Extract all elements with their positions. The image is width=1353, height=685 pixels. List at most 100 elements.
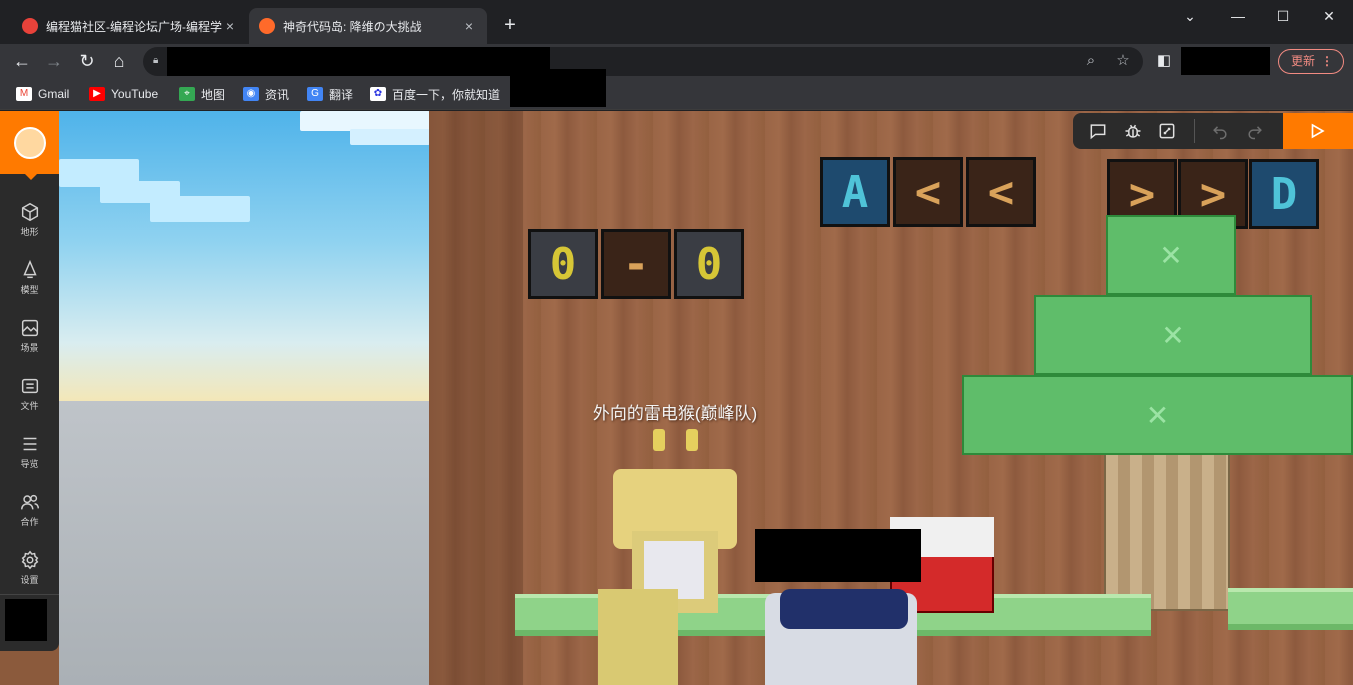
sign-glyph: < [987,166,1015,218]
sign-glyph: A [841,166,869,218]
debug-bug-icon[interactable] [1123,121,1143,141]
editor-sidebar: 地形 模型 场景 文件 导览 合作 设置 [0,111,59,651]
zoom-icon[interactable]: ⌕ [1081,51,1101,71]
sidebar-item-label: 设置 [20,575,39,585]
address-bar[interactable]: 🔒︎ ⌕ ☆ [143,47,1143,76]
bell-icon [22,259,37,279]
redo-icon[interactable] [1245,121,1265,141]
maximize-button[interactable]: ☐ [1260,6,1306,26]
sidebar-item-settings[interactable]: 设置 [0,543,59,593]
sidebar-item-terrain[interactable]: 地形 [0,195,59,245]
player-name-tag: 外向的雷电猴(巅峰队) [592,404,758,423]
forward-icon[interactable]: → [42,49,66,73]
sign-block: < [893,157,963,227]
sign-block: 0 [674,229,744,299]
bookmark-label: 翻译 [329,87,354,102]
gear-icon [21,550,38,570]
cloud [350,129,430,145]
minimize-button[interactable]: — [1215,6,1261,26]
logo-dropdown-icon[interactable] [25,174,37,180]
sidebar-divider [0,594,59,595]
update-button[interactable]: 更新 ⋮ [1278,49,1344,74]
character-antenna [653,429,665,451]
sidebar-item-scene[interactable]: 场景 [0,311,59,361]
fullscreen-icon[interactable] [1157,121,1177,141]
browser-toolbar: ← → ↻ ⌂ 🔒︎ ⌕ ☆ ◧ 更新 ⋮ [0,44,1353,78]
tab-title: 编程猫社区-编程论坛广场-编程学 [46,19,222,34]
bookmark-maps[interactable]: ⌖ 地图 [179,85,225,103]
editor-toolbar [1073,113,1353,149]
redacted-area [755,529,921,582]
sign-block: A [820,157,890,227]
sidebar-item-label: 地形 [20,227,39,237]
more-menu-icon[interactable]: ⋮ [1321,50,1333,73]
list-icon [23,437,36,451]
sign-block: 0 [528,229,598,299]
bookmark-translate[interactable]: G 翻译 [307,85,353,103]
bookmark-label: YouTube [111,87,159,101]
new-tab-button[interactable]: + [499,14,521,36]
code-island-favicon-icon [259,18,275,34]
back-icon[interactable]: ← [10,49,34,73]
bookmark-label: 资讯 [265,87,290,102]
sidebar-item-file[interactable]: 文件 [0,369,59,419]
sign-block: D [1249,159,1319,229]
sidebar-item-label: 导览 [20,459,39,469]
lock-icon: 🔒︎ [153,55,159,66]
people-icon [20,494,39,510]
update-label: 更新 [1291,54,1316,68]
codemao-favicon-icon [22,18,38,34]
undo-icon[interactable] [1210,121,1230,141]
bookmark-news[interactable]: ◉ 资讯 [243,85,289,103]
game-viewport[interactable]: 0 - 0 A < < > > D 外向的雷电猴(巅峰队) 地形 模型 [0,111,1353,685]
play-icon [1311,123,1325,139]
sidebar-item-label: 模型 [20,285,39,295]
character-antenna [686,429,698,451]
sidebar-item-label: 场景 [20,343,39,353]
reload-icon[interactable]: ↻ [75,49,99,73]
sign-glyph: 0 [695,238,723,290]
wall-edge [429,111,523,685]
tab-codemao-forum[interactable]: 编程猫社区-编程论坛广场-编程学 × [12,8,248,44]
tab-close-icon[interactable]: × [461,18,477,34]
code-island-logo[interactable] [0,111,59,174]
gmail-icon: M [16,87,32,101]
bookmarks-bar: M Gmail ▶ YouTube ⌖ 地图 ◉ 资讯 G 翻译 ✿ 百度一下，… [0,69,1353,110]
close-window-button[interactable]: ✕ [1306,6,1352,26]
redacted-url [167,47,550,76]
bookmark-label: 地图 [201,87,226,102]
cloud [300,111,430,131]
bookmark-youtube[interactable]: ▶ YouTube [89,85,158,103]
tab-title: 神奇代码岛: 降维の大挑战 [283,19,422,34]
sidebar-item-label: 文件 [20,401,39,411]
news-icon: ◉ [243,87,259,101]
tab-search-icon[interactable]: ⌄ [1167,6,1213,26]
bookmark-star-icon[interactable]: ☆ [1113,51,1133,71]
bookmark-gmail[interactable]: M Gmail [16,85,69,103]
ground [59,401,431,685]
sign-block: < [966,157,1036,227]
sidebar-item-collab[interactable]: 合作 [0,485,59,535]
tab-code-island[interactable]: 神奇代码岛: 降维の大挑战 × [249,8,487,44]
redacted-bookmark [510,69,606,107]
user-avatar[interactable] [5,599,47,641]
home-icon[interactable]: ⌂ [107,49,131,73]
sign-glyph: D [1270,168,1298,220]
sign-glyph: - [622,238,650,290]
sidebar-item-model[interactable]: 模型 [0,253,59,303]
file-icon [21,378,38,394]
bookmark-baidu[interactable]: ✿ 百度一下，你就知道 [370,85,500,103]
side-panel-icon[interactable]: ◧ [1152,49,1176,73]
youtube-icon: ▶ [89,87,105,101]
sky [59,111,431,401]
sign-block: - [601,229,671,299]
sidebar-item-guide[interactable]: 导览 [0,427,59,477]
play-button[interactable] [1283,113,1353,149]
chat-icon[interactable] [1088,121,1108,141]
robot-head [780,589,908,629]
redacted-profile [1181,47,1270,75]
tab-close-icon[interactable]: × [222,18,238,34]
toolbar-divider [1194,119,1195,143]
bookmark-label: Gmail [38,87,70,101]
tree-leaves [1106,215,1236,295]
